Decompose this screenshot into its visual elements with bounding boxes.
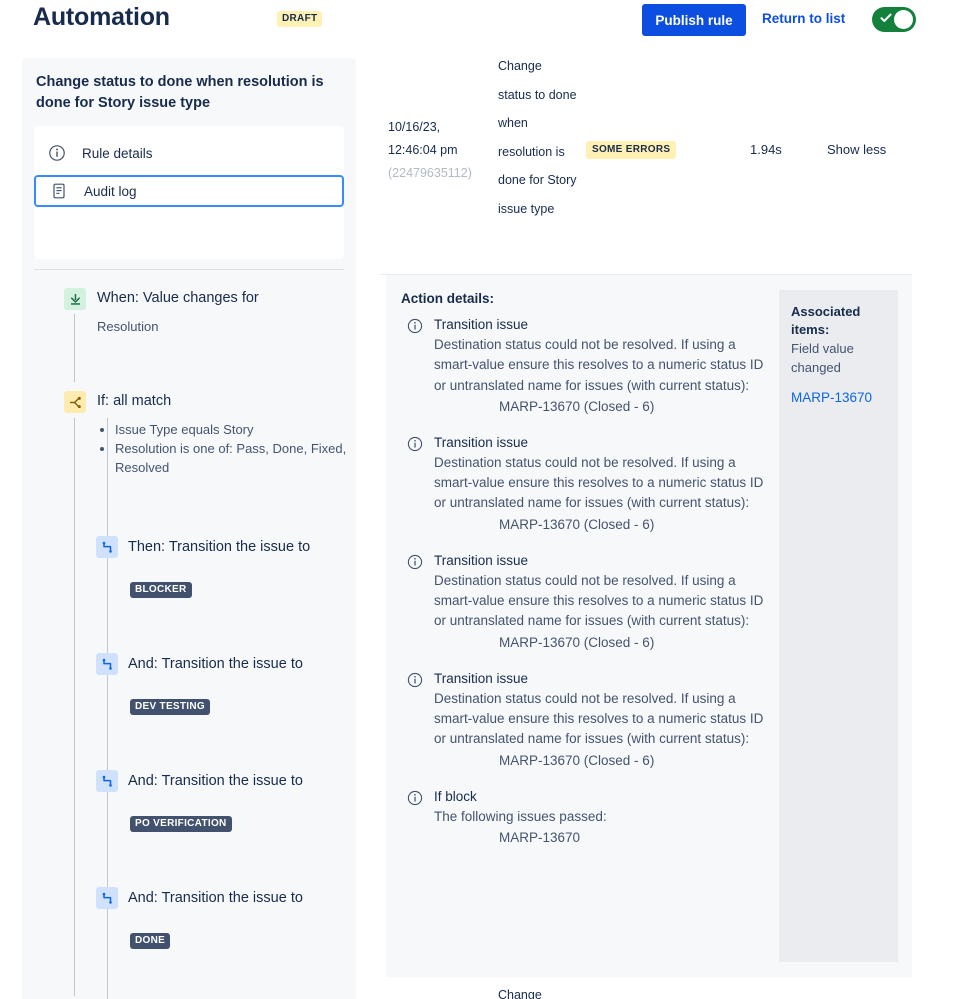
info-circle-icon: [407, 672, 423, 688]
action-details-panel: Action details: Transition issue Destina…: [386, 275, 920, 977]
rule-tree: When: Value changes for Resolution If: a…: [22, 58, 356, 999]
return-to-list-link[interactable]: Return to list: [762, 11, 845, 26]
audit-row-run-id: (22479635112): [388, 162, 480, 185]
tree-node-status: PO VERIFICATION: [130, 813, 232, 832]
tree-node-title: And: Transition the issue to: [128, 654, 328, 675]
audit-row-timestamp: 10/16/23, 12:46:04 pm (22479635112): [388, 116, 480, 185]
tree-node-title: When: Value changes for: [97, 288, 347, 309]
entry-body: Destination status could not be resolved…: [434, 335, 769, 396]
audit-log-area: 10/16/23, 12:46:04 pm (22479635112) Chan…: [380, 44, 956, 999]
entry-body: Destination status could not be resolved…: [434, 453, 769, 514]
action-details-heading: Action details:: [401, 291, 494, 306]
audit-row-duration: 1.94s: [750, 142, 782, 157]
check-icon: [880, 12, 892, 24]
associated-items-title: Associated items:: [791, 303, 886, 339]
associated-issue-link[interactable]: MARP-13670: [791, 388, 886, 407]
status-badge: DEV TESTING: [130, 699, 210, 715]
associated-items-box: Associated items: Field value changed MA…: [779, 290, 898, 962]
status-badge-errors: SOME ERRORS: [586, 141, 676, 159]
info-circle-icon: [407, 790, 423, 806]
next-audit-row-peek: Change: [498, 988, 588, 999]
status-badge: PO VERIFICATION: [130, 816, 232, 832]
condition-item: Resolution is one of: Pass, Done, Fixed,…: [115, 439, 356, 477]
tree-node-subtitle: Resolution: [97, 317, 347, 336]
action-icon: [96, 770, 118, 792]
trigger-icon: [64, 288, 86, 310]
branch-icon: [64, 391, 86, 413]
tree-node-title: And: Transition the issue to: [128, 888, 328, 909]
audit-log-row: 10/16/23, 12:46:04 pm (22479635112) Chan…: [380, 44, 920, 275]
audit-row-date: 10/16/23,: [388, 116, 480, 139]
tree-node-status: DONE: [130, 930, 170, 949]
entry-body: The following issues passed:: [434, 807, 769, 827]
condition-item: Issue Type equals Story: [115, 420, 356, 439]
toggle-knob: [894, 10, 913, 29]
audit-row-rule-name[interactable]: Change status to done when resolution is…: [498, 52, 578, 224]
rule-enabled-toggle[interactable]: [872, 7, 916, 32]
tree-node-status: BLOCKER: [130, 579, 192, 598]
status-badge-draft: DRAFT: [277, 11, 322, 27]
tree-connector: [74, 314, 75, 382]
tree-connector: [74, 418, 75, 996]
info-circle-icon: [407, 318, 423, 334]
tree-connector: [107, 909, 108, 999]
status-badge: DONE: [130, 933, 170, 949]
audit-row-time: 12:46:04 pm: [388, 139, 480, 162]
entry-body: Destination status could not be resolved…: [434, 689, 769, 750]
action-icon: [96, 887, 118, 909]
show-less-toggle[interactable]: Show less: [827, 142, 886, 157]
action-icon: [96, 653, 118, 675]
entry-body: Destination status could not be resolved…: [434, 571, 769, 632]
info-circle-icon: [407, 436, 423, 452]
associated-items-subtitle: Field value changed: [791, 339, 886, 377]
audit-row-status: SOME ERRORS: [586, 139, 676, 157]
top-bar: Automation DRAFT Publish rule Return to …: [0, 0, 956, 44]
tree-node-status: DEV TESTING: [130, 696, 210, 715]
page-title: Automation: [33, 3, 170, 32]
action-icon: [96, 536, 118, 558]
tree-node-title: And: Transition the issue to: [128, 771, 328, 792]
tree-node-conditions: Issue Type equals Story Resolution is on…: [100, 420, 356, 477]
rule-sidebar-card: Change status to done when resolution is…: [22, 58, 356, 999]
tree-node-title: If: all match: [97, 391, 347, 412]
scrollbar-track[interactable]: [912, 50, 928, 999]
publish-rule-button[interactable]: Publish rule: [642, 4, 746, 36]
status-badge: BLOCKER: [130, 582, 192, 598]
info-circle-icon: [407, 554, 423, 570]
tree-node-title: Then: Transition the issue to: [128, 537, 328, 558]
